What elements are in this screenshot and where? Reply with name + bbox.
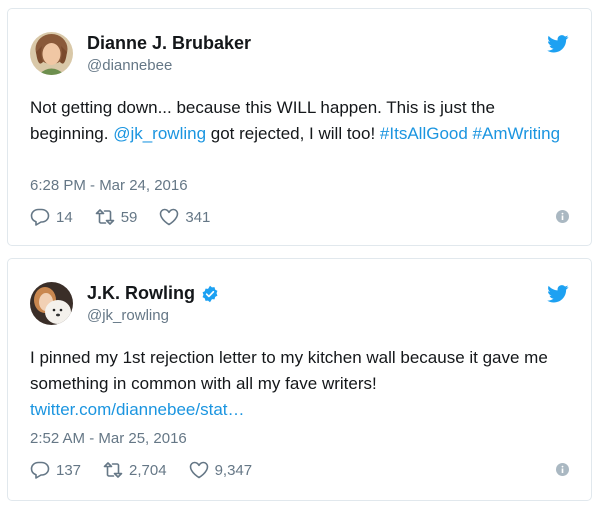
reply-icon (30, 208, 50, 226)
hashtag-link[interactable]: #ItsAllGood (380, 124, 468, 143)
tweet-text: I pinned my 1st rejection letter to my k… (30, 345, 575, 423)
display-name-row[interactable]: Dianne J. Brubaker (87, 33, 251, 54)
retweet-button[interactable]: 2,704 (103, 461, 167, 479)
info-icon[interactable] (556, 210, 569, 223)
action-bar: 14 59 341 (30, 208, 232, 226)
reply-count: 137 (56, 461, 82, 479)
tweet-card[interactable]: Dianne J. Brubaker @diannebee Not gettin… (7, 8, 592, 246)
retweet-icon (103, 462, 123, 478)
like-count: 9,347 (214, 461, 253, 479)
twitter-bird-icon[interactable] (547, 285, 569, 303)
avatar[interactable] (30, 32, 73, 75)
tweet-text: Not getting down... because this WILL ha… (30, 95, 575, 147)
avatar[interactable] (30, 282, 73, 325)
retweet-button[interactable]: 59 (95, 208, 138, 226)
verified-badge-icon (202, 285, 218, 302)
twitter-bird-icon[interactable] (547, 35, 569, 53)
reply-button[interactable]: 137 (30, 461, 81, 479)
retweet-count: 2,704 (129, 461, 167, 479)
action-bar: 137 2,704 9,347 (30, 461, 274, 479)
like-icon (189, 461, 208, 479)
user-handle[interactable]: @jk_rowling (87, 307, 169, 324)
url-link[interactable]: twitter.com/diannebee/stat… (30, 400, 245, 419)
timestamp[interactable]: 6:28 PM - Mar 24, 2016 (30, 177, 188, 194)
tweet-card[interactable]: J.K. Rowling @jk_rowling I pinned my 1st… (7, 258, 592, 501)
mention-link[interactable]: @jk_rowling (113, 124, 206, 143)
retweet-count: 59 (120, 208, 138, 226)
timestamp[interactable]: 2:52 AM - Mar 25, 2016 (30, 430, 187, 447)
reply-button[interactable]: 14 (30, 208, 73, 226)
reply-count: 14 (56, 208, 73, 226)
hashtag-link[interactable]: #AmWriting (473, 124, 561, 143)
display-name[interactable]: J.K. Rowling (87, 283, 195, 304)
info-icon[interactable] (556, 463, 569, 476)
like-button[interactable]: 9,347 (189, 461, 253, 479)
reply-icon (30, 461, 50, 479)
text-segment: got rejected, I will too! (206, 124, 380, 143)
display-name-row[interactable]: J.K. Rowling (87, 283, 219, 304)
retweet-icon (95, 209, 114, 225)
display-name[interactable]: Dianne J. Brubaker (87, 33, 251, 54)
like-count: 341 (185, 208, 211, 226)
like-button[interactable]: 341 (159, 208, 210, 226)
like-icon (160, 208, 179, 226)
text-segment: I pinned my 1st rejection letter to my k… (30, 348, 548, 393)
user-handle[interactable]: @diannebee (87, 57, 172, 74)
